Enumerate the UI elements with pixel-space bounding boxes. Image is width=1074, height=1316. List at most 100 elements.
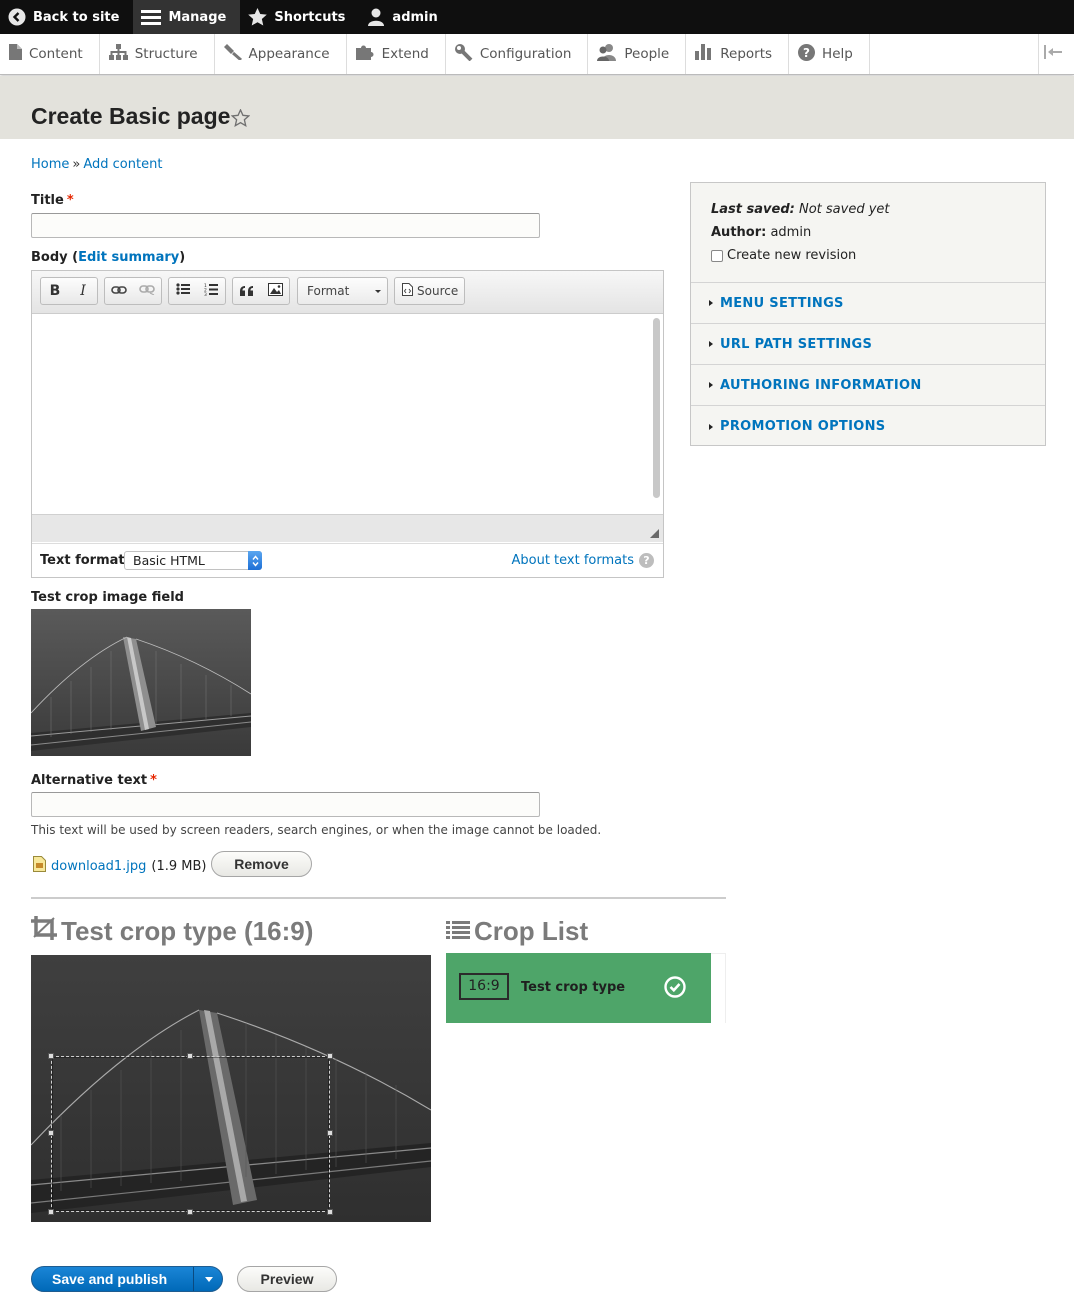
crop-list-edge (711, 953, 726, 1023)
title-label-text: Title (31, 193, 64, 208)
crop-handle[interactable] (48, 1053, 54, 1059)
crop-selection-box[interactable] (48, 1053, 333, 1215)
create-revision-checkbox[interactable] (711, 249, 723, 262)
details-summary-label: PROMOTION OPTIONS (720, 419, 886, 434)
shortcut-star-icon[interactable] (230, 108, 251, 131)
crop-handle[interactable] (187, 1053, 193, 1059)
details-summary-label: AUTHORING INFORMATION (720, 377, 922, 393)
user-icon (367, 8, 385, 26)
tray-item-reports[interactable]: Reports (686, 34, 790, 74)
file-info: download1.jpg (1.9 MB) (33, 856, 206, 876)
crop-type-title: Test crop type (16:9) (31, 916, 313, 947)
crop-list-item[interactable]: 16:9 Test crop type (446, 953, 711, 1023)
breadcrumb-add-content-link[interactable]: Add content (83, 157, 162, 172)
crop-handle[interactable] (327, 1130, 333, 1136)
crop-handle[interactable] (187, 1209, 193, 1215)
shortcuts-tab[interactable]: Shortcuts (240, 0, 359, 34)
body-paren-close: ) (179, 250, 186, 265)
create-revision: Create new revision (711, 248, 856, 263)
tray-item-extend[interactable]: Extend (347, 34, 446, 74)
preview-button[interactable]: Preview (237, 1266, 337, 1292)
title-input[interactable] (31, 213, 540, 238)
help-icon: ? (798, 43, 816, 65)
image-thumbnail (31, 609, 251, 756)
source-button[interactable]: Source (394, 277, 465, 305)
disclosure-triangle-icon (709, 382, 713, 388)
file-size: (1.9 MB) (151, 858, 207, 874)
tray-item-configuration[interactable]: Configuration (446, 34, 589, 74)
alt-text-input[interactable] (31, 792, 540, 817)
unlink-button[interactable] (133, 278, 161, 304)
remove-button[interactable]: Remove (211, 851, 312, 877)
user-tab[interactable]: admin (359, 0, 451, 34)
shortcuts-label: Shortcuts (274, 9, 346, 25)
editor-scrollbar[interactable] (653, 318, 660, 498)
image-icon (267, 282, 283, 300)
editor-group-media (232, 277, 290, 305)
author: Author: admin (711, 225, 811, 240)
format-dropdown[interactable]: Format (297, 277, 388, 305)
body-label-text: Body (31, 250, 68, 265)
tray-item-help[interactable]: ? Help (789, 34, 870, 74)
tray-item-people[interactable]: People (588, 34, 687, 74)
numbered-list-button[interactable]: 123 (197, 278, 225, 304)
url-path-settings-details[interactable]: URL PATH SETTINGS (691, 324, 1045, 365)
menu-settings-details[interactable]: MENU SETTINGS (691, 283, 1045, 324)
editor-content-area[interactable] (32, 314, 663, 514)
tray-item-appearance[interactable]: Appearance (215, 34, 347, 74)
author-value: admin (770, 225, 812, 240)
disclosure-triangle-icon (709, 341, 713, 347)
tray-orientation-toggle[interactable] (1038, 34, 1074, 74)
body-label: Body (Edit summary) (31, 250, 185, 265)
svg-text:3: 3 (204, 292, 207, 296)
blockquote-button[interactable] (233, 278, 261, 304)
crop-type-title-text: Test crop type (16:9) (61, 916, 314, 946)
help-circle-icon[interactable]: ? (639, 553, 654, 568)
svg-text:?: ? (803, 46, 810, 60)
crop-handle[interactable] (327, 1053, 333, 1059)
file-link[interactable]: download1.jpg (51, 859, 146, 874)
page-title: Create Basic page (31, 103, 231, 129)
breadcrumb-home-link[interactable]: Home (31, 157, 69, 172)
manage-tab[interactable]: Manage (133, 0, 241, 34)
crop-list-title: Crop List (446, 916, 588, 947)
italic-button[interactable]: I (69, 278, 97, 304)
dropdown-arrow-icon[interactable] (205, 1277, 213, 1282)
sitemap-icon (108, 44, 128, 64)
breadcrumb: Home» Add content (31, 157, 162, 172)
authoring-information-details[interactable]: AUTHORING INFORMATION (691, 365, 1045, 406)
edit-summary-link[interactable]: Edit summary (78, 250, 179, 265)
tray-item-content[interactable]: Content (0, 34, 100, 74)
bulleted-list-button[interactable] (169, 278, 197, 304)
about-text-formats-link[interactable]: About text formats (511, 553, 634, 568)
entity-meta-header: Last saved: Not saved yet Author: admin … (691, 183, 1045, 283)
last-saved: Last saved: Not saved yet (711, 202, 890, 217)
bold-button[interactable]: B (41, 278, 69, 304)
text-format-row: Text format Basic HTML About text format… (32, 543, 663, 577)
back-to-site-link[interactable]: Back to site (0, 0, 133, 34)
admin-toolbar: Back to site Manage Shortcuts admin (0, 0, 1074, 34)
crop-item-label: Test crop type (521, 980, 626, 995)
image-file-icon (33, 856, 46, 876)
tray-item-structure[interactable]: Structure (100, 34, 215, 74)
format-dropdown-label: Format (307, 284, 350, 298)
crop-handle[interactable] (48, 1130, 54, 1136)
text-format-select[interactable]: Basic HTML (124, 551, 262, 570)
crop-handle[interactable] (327, 1209, 333, 1215)
file-icon (9, 44, 22, 64)
tray-item-label: Appearance (248, 46, 330, 62)
tray-item-label: Help (822, 46, 853, 62)
resize-handle-icon[interactable] (650, 529, 659, 538)
save-and-publish-button[interactable]: Save and publish (31, 1266, 223, 1292)
create-revision-label[interactable]: Create new revision (727, 248, 856, 263)
tray-item-label: Configuration (479, 46, 572, 62)
required-marker: * (150, 773, 157, 788)
tray-item-label: Content (29, 46, 83, 62)
link-button[interactable] (105, 278, 133, 304)
save-and-publish-label: Save and publish (52, 1271, 168, 1287)
crop-handle[interactable] (48, 1209, 54, 1215)
promotion-options-details[interactable]: PROMOTION OPTIONS (691, 406, 1045, 447)
author-label: Author: (711, 225, 767, 240)
crop-icon (31, 916, 57, 947)
image-button[interactable] (261, 278, 289, 304)
